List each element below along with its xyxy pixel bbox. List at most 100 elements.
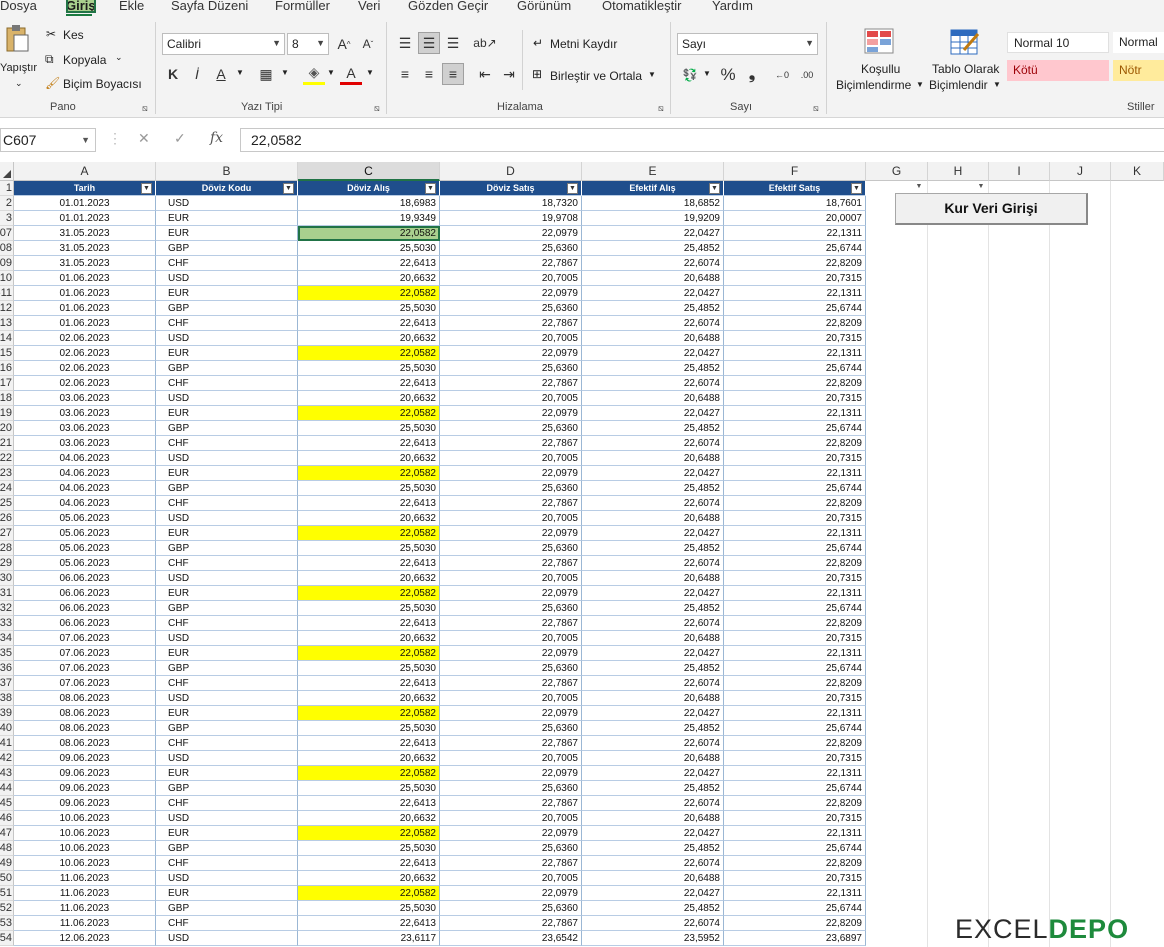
cell-c[interactable]: 20,6632 <box>298 871 440 886</box>
borders-icon[interactable]: ▦ <box>255 63 277 85</box>
cell-e[interactable]: 25,4852 <box>582 901 724 916</box>
row-number[interactable]: 629 <box>0 556 14 571</box>
cell-f[interactable]: 22,1311 <box>724 406 866 421</box>
cell-c[interactable]: 20,6632 <box>298 811 440 826</box>
cell-d[interactable]: 22,7867 <box>440 616 582 631</box>
chevron-down-icon[interactable]: ▼ <box>648 70 656 79</box>
cell-d[interactable]: 20,7005 <box>440 271 582 286</box>
cell-c[interactable]: 22,6413 <box>298 676 440 691</box>
cell-f[interactable]: 22,1311 <box>724 826 866 841</box>
cell-b[interactable]: USD <box>156 271 298 286</box>
merge-icon[interactable]: ⊞ <box>532 67 542 81</box>
cell-a[interactable]: 10.06.2023 <box>14 826 156 841</box>
cell-d[interactable]: 22,0979 <box>440 766 582 781</box>
cell-f[interactable]: 20,7315 <box>724 511 866 526</box>
cell-e[interactable]: 22,6074 <box>582 436 724 451</box>
cell-b[interactable]: CHF <box>156 796 298 811</box>
cell-b[interactable]: EUR <box>156 286 298 301</box>
row-number[interactable]: 612 <box>0 301 14 316</box>
cell-e[interactable]: 20,6488 <box>582 691 724 706</box>
align-center-icon[interactable]: ≡ <box>418 63 440 85</box>
cell-a[interactable]: 02.06.2023 <box>14 346 156 361</box>
cell-e[interactable]: 22,6074 <box>582 856 724 871</box>
cell-f[interactable]: 22,8209 <box>724 496 866 511</box>
cell-a[interactable]: 05.06.2023 <box>14 526 156 541</box>
cell-f[interactable]: 25,6744 <box>724 361 866 376</box>
row-number[interactable]: 614 <box>0 331 14 346</box>
cell-a[interactable]: 11.06.2023 <box>14 901 156 916</box>
wrap-text-icon[interactable]: ↵ <box>533 36 543 50</box>
cell-c[interactable]: 22,0582 <box>298 646 440 661</box>
cell-d[interactable]: 22,7867 <box>440 316 582 331</box>
row-number[interactable]: 2 <box>0 196 14 211</box>
cell-d[interactable]: 25,6360 <box>440 901 582 916</box>
increase-decimal-icon[interactable]: ←0 <box>771 64 793 86</box>
cell-a[interactable]: 09.06.2023 <box>14 781 156 796</box>
cell-c[interactable]: 22,0582 <box>298 406 440 421</box>
cell-e[interactable]: 25,4852 <box>582 301 724 316</box>
cell-a[interactable]: 11.06.2023 <box>14 916 156 931</box>
row-number[interactable]: 632 <box>0 601 14 616</box>
cell-f[interactable]: 20,7315 <box>724 451 866 466</box>
cut-button[interactable]: Kes <box>63 28 84 42</box>
cell-d[interactable]: 22,0979 <box>440 886 582 901</box>
cell-f[interactable]: 22,1311 <box>724 226 866 241</box>
row-number[interactable]: 635 <box>0 646 14 661</box>
cell-d[interactable]: 22,7867 <box>440 916 582 931</box>
column-header-a[interactable]: A <box>14 162 156 181</box>
cell-f[interactable]: 23,6897 <box>724 931 866 946</box>
style-normal[interactable]: Normal <box>1113 32 1164 53</box>
cell-e[interactable]: 20,6488 <box>582 751 724 766</box>
cell-e[interactable]: 22,0427 <box>582 406 724 421</box>
percent-button[interactable]: % <box>717 64 739 86</box>
cell-b[interactable]: GBP <box>156 841 298 856</box>
copy-icon[interactable]: ⧉ <box>45 52 54 67</box>
column-header-k[interactable]: K <box>1111 162 1164 181</box>
enter-icon[interactable]: ✓ <box>174 130 186 147</box>
copy-button[interactable]: Kopyala <box>63 53 106 67</box>
cell-f[interactable]: 25,6744 <box>724 841 866 856</box>
column-header-f[interactable]: F <box>724 162 866 181</box>
cell-f[interactable]: 22,8209 <box>724 856 866 871</box>
cell-c[interactable]: 22,6413 <box>298 916 440 931</box>
cell-d[interactable]: 25,6360 <box>440 421 582 436</box>
cell-e[interactable]: 22,0427 <box>582 286 724 301</box>
cell-f[interactable]: 20,7315 <box>724 751 866 766</box>
cell-c[interactable]: 25,5030 <box>298 421 440 436</box>
cancel-icon[interactable]: ✕ <box>138 130 150 147</box>
chevron-down-icon[interactable]: ▼ <box>916 80 924 89</box>
comma-style-button[interactable]: ❟ <box>741 64 763 86</box>
cell-b[interactable]: CHF <box>156 376 298 391</box>
cell-a[interactable]: 07.06.2023 <box>14 631 156 646</box>
cell-b[interactable]: CHF <box>156 676 298 691</box>
row-number[interactable]: 641 <box>0 736 14 751</box>
cell-e[interactable]: 22,6074 <box>582 736 724 751</box>
bold-button[interactable]: K <box>162 63 184 85</box>
column-header-h[interactable]: H <box>928 162 989 181</box>
row-number[interactable]: 616 <box>0 361 14 376</box>
menu-otomatiklestir[interactable]: Otomatikleştir <box>602 0 681 13</box>
cell-e[interactable]: 25,4852 <box>582 661 724 676</box>
row-number[interactable]: 650 <box>0 871 14 886</box>
cell-e[interactable]: 20,6488 <box>582 271 724 286</box>
cell-f[interactable]: 22,1311 <box>724 586 866 601</box>
cell-f[interactable]: 22,8209 <box>724 556 866 571</box>
row-number[interactable]: 610 <box>0 271 14 286</box>
cell-b[interactable]: GBP <box>156 601 298 616</box>
cell-a[interactable]: 04.06.2023 <box>14 481 156 496</box>
chevron-down-icon[interactable]: ▼ <box>703 69 711 78</box>
cell-b[interactable]: USD <box>156 451 298 466</box>
format-as-table-icon[interactable] <box>950 28 980 59</box>
cell-e[interactable]: 25,4852 <box>582 601 724 616</box>
cell-c[interactable]: 23,6117 <box>298 931 440 946</box>
cell-a[interactable]: 01.06.2023 <box>14 271 156 286</box>
row-number[interactable]: 648 <box>0 841 14 856</box>
row-number[interactable]: 620 <box>0 421 14 436</box>
row-number[interactable]: 642 <box>0 751 14 766</box>
cell-c[interactable]: 25,5030 <box>298 661 440 676</box>
cell-c[interactable]: 22,0582 <box>298 766 440 781</box>
cell-f[interactable]: 25,6744 <box>724 301 866 316</box>
cell-c[interactable]: 25,5030 <box>298 601 440 616</box>
row-number[interactable]: 611 <box>0 286 14 301</box>
cell-a[interactable]: 03.06.2023 <box>14 436 156 451</box>
